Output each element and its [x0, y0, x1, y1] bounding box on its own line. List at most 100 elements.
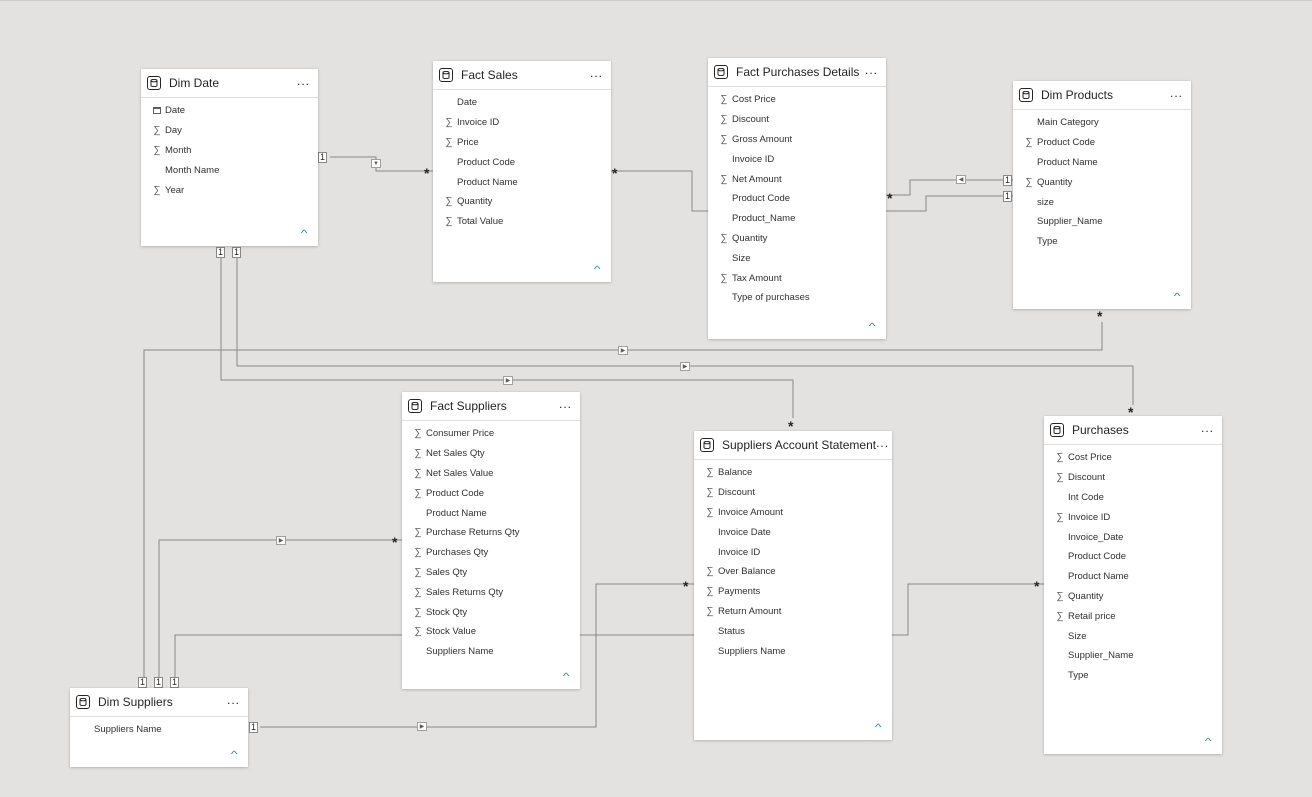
- field-row[interactable]: ∑ Day: [141, 121, 318, 141]
- field-row[interactable]: ∑ Consumer Price: [402, 424, 580, 444]
- field-row[interactable]: ∑ Product Code: [1013, 133, 1191, 153]
- field-row[interactable]: ∑ Quantity: [1044, 587, 1222, 607]
- filter-direction-icon[interactable]: ◀: [956, 175, 966, 184]
- field-row[interactable]: ∑ Sales Qty: [402, 563, 580, 583]
- field-row[interactable]: Size: [1044, 626, 1222, 646]
- field-row[interactable]: Invoice ID: [708, 149, 886, 169]
- collapse-chevron-icon[interactable]: ^: [1173, 291, 1180, 301]
- table-header[interactable]: Purchases...: [1044, 416, 1222, 445]
- field-row[interactable]: ∑ Purchases Qty: [402, 543, 580, 563]
- more-options-button[interactable]: ...: [297, 75, 310, 90]
- field-row[interactable]: ∑ Month: [141, 141, 318, 161]
- field-row[interactable]: ∑ Discount: [1044, 468, 1222, 488]
- field-row[interactable]: Product_Name: [708, 209, 886, 229]
- field-row[interactable]: Type: [1044, 666, 1222, 686]
- field-row[interactable]: Suppliers Name: [70, 720, 248, 740]
- field-row[interactable]: ∑ Gross Amount: [708, 130, 886, 150]
- table-header[interactable]: Dim Suppliers...: [70, 688, 248, 717]
- more-options-button[interactable]: ...: [865, 64, 878, 79]
- field-row[interactable]: Invoice ID: [694, 542, 892, 562]
- collapse-chevron-icon[interactable]: ^: [1204, 736, 1211, 746]
- table-header[interactable]: Suppliers Account Statement...: [694, 431, 892, 460]
- field-row[interactable]: Suppliers Name: [402, 642, 580, 662]
- more-options-button[interactable]: ...: [1170, 87, 1183, 102]
- field-row[interactable]: Product Code: [433, 152, 611, 172]
- table-card-dim-suppliers[interactable]: Dim Suppliers... Suppliers Name ^: [70, 688, 248, 767]
- field-row[interactable]: ∑ Payments: [694, 582, 892, 602]
- collapse-chevron-icon[interactable]: ^: [230, 749, 237, 759]
- table-card-fact-sales[interactable]: Fact Sales... Date ∑ Invoice ID ∑ Price Produc…: [433, 61, 611, 282]
- field-row[interactable]: ∑ Net Amount: [708, 169, 886, 189]
- collapse-chevron-icon[interactable]: ^: [593, 264, 600, 274]
- table-header[interactable]: Dim Products...: [1013, 81, 1191, 110]
- field-row[interactable]: ∑ Quantity: [433, 192, 611, 212]
- field-row[interactable]: ∑ Net Sales Qty: [402, 444, 580, 464]
- field-row[interactable]: ∑ Net Sales Value: [402, 464, 580, 484]
- more-options-button[interactable]: ...: [590, 67, 603, 82]
- field-row[interactable]: ∑ Year: [141, 180, 318, 200]
- collapse-chevron-icon[interactable]: ^: [300, 228, 307, 238]
- field-row[interactable]: ∑ Return Amount: [694, 602, 892, 622]
- field-row[interactable]: Invoice_Date: [1044, 527, 1222, 547]
- field-row[interactable]: Month Name: [141, 160, 318, 180]
- field-row[interactable]: ∑ Quantity: [1013, 172, 1191, 192]
- filter-direction-icon[interactable]: ▶: [680, 362, 690, 371]
- field-row[interactable]: ∑ Discount: [708, 110, 886, 130]
- model-canvas[interactable]: ▼ ◀ ▶ ▶ ▶ ▶ ▶ 1 * * * 1 1 1 1 * * * * * …: [0, 0, 1312, 797]
- field-row[interactable]: ∑ Stock Qty: [402, 602, 580, 622]
- field-row[interactable]: Supplier_Name: [1013, 212, 1191, 232]
- field-row[interactable]: Int Code: [1044, 488, 1222, 508]
- field-row[interactable]: Type of purchases: [708, 288, 886, 308]
- field-row[interactable]: Product Name: [433, 172, 611, 192]
- field-row[interactable]: Date: [141, 101, 318, 121]
- field-row[interactable]: ∑ Balance: [694, 463, 892, 483]
- field-row[interactable]: Product Name: [1013, 153, 1191, 173]
- field-row[interactable]: Supplier_Name: [1044, 646, 1222, 666]
- table-header[interactable]: Fact Suppliers...: [402, 392, 580, 421]
- field-row[interactable]: ∑ Over Balance: [694, 562, 892, 582]
- table-card-suppliers-account-statement[interactable]: Suppliers Account Statement... ∑ Balance ∑ D…: [694, 431, 892, 740]
- field-row[interactable]: ∑ Invoice ID: [433, 113, 611, 133]
- field-row[interactable]: ∑ Invoice Amount: [694, 503, 892, 523]
- more-options-button[interactable]: ...: [1201, 422, 1214, 437]
- field-row[interactable]: Type: [1013, 232, 1191, 252]
- table-header[interactable]: Dim Date...: [141, 69, 318, 98]
- field-row[interactable]: Suppliers Name: [694, 641, 892, 661]
- field-row[interactable]: ∑ Cost Price: [1044, 448, 1222, 468]
- field-row[interactable]: ∑ Sales Returns Qty: [402, 582, 580, 602]
- table-card-purchases[interactable]: Purchases... ∑ Cost Price ∑ Discount Int Code…: [1044, 416, 1222, 754]
- field-row[interactable]: Product Code: [708, 189, 886, 209]
- field-row[interactable]: Date: [433, 93, 611, 113]
- field-row[interactable]: ∑ Stock Value: [402, 622, 580, 642]
- filter-direction-icon[interactable]: ▶: [503, 376, 513, 385]
- filter-direction-icon[interactable]: ▶: [276, 536, 286, 545]
- field-row[interactable]: ∑ Invoice ID: [1044, 507, 1222, 527]
- field-row[interactable]: ∑ Cost Price: [708, 90, 886, 110]
- field-row[interactable]: Product Code: [1044, 547, 1222, 567]
- collapse-chevron-icon[interactable]: ^: [562, 671, 569, 681]
- field-row[interactable]: ∑ Price: [433, 133, 611, 153]
- filter-direction-icon[interactable]: ▼: [371, 159, 381, 168]
- table-card-dim-products[interactable]: Dim Products... Main Category ∑ Product Cod…: [1013, 81, 1191, 309]
- field-row[interactable]: Product Name: [1044, 567, 1222, 587]
- more-options-button[interactable]: ...: [876, 437, 889, 452]
- field-row[interactable]: Invoice Date: [694, 522, 892, 542]
- field-row[interactable]: ∑ Quantity: [708, 229, 886, 249]
- field-row[interactable]: Size: [708, 248, 886, 268]
- field-row[interactable]: Status: [694, 621, 892, 641]
- table-header[interactable]: Fact Purchases Details...: [708, 58, 886, 87]
- collapse-chevron-icon[interactable]: ^: [868, 321, 875, 331]
- table-header[interactable]: Fact Sales...: [433, 61, 611, 90]
- field-row[interactable]: Product Name: [402, 503, 580, 523]
- table-card-dim-date[interactable]: Dim Date... Date ∑ Day ∑ Month Month Name ∑ Year…: [141, 69, 318, 246]
- filter-direction-icon[interactable]: ▶: [618, 346, 628, 355]
- field-row[interactable]: ∑ Tax Amount: [708, 268, 886, 288]
- filter-direction-icon[interactable]: ▶: [417, 722, 427, 731]
- field-row[interactable]: ∑ Purchase Returns Qty: [402, 523, 580, 543]
- field-row[interactable]: ∑ Total Value: [433, 212, 611, 232]
- table-card-fact-suppliers[interactable]: Fact Suppliers... ∑ Consumer Price ∑ Net Sal…: [402, 392, 580, 689]
- more-options-button[interactable]: ...: [559, 398, 572, 413]
- field-row[interactable]: size: [1013, 192, 1191, 212]
- field-row[interactable]: ∑ Retail price: [1044, 606, 1222, 626]
- field-row[interactable]: Main Category: [1013, 113, 1191, 133]
